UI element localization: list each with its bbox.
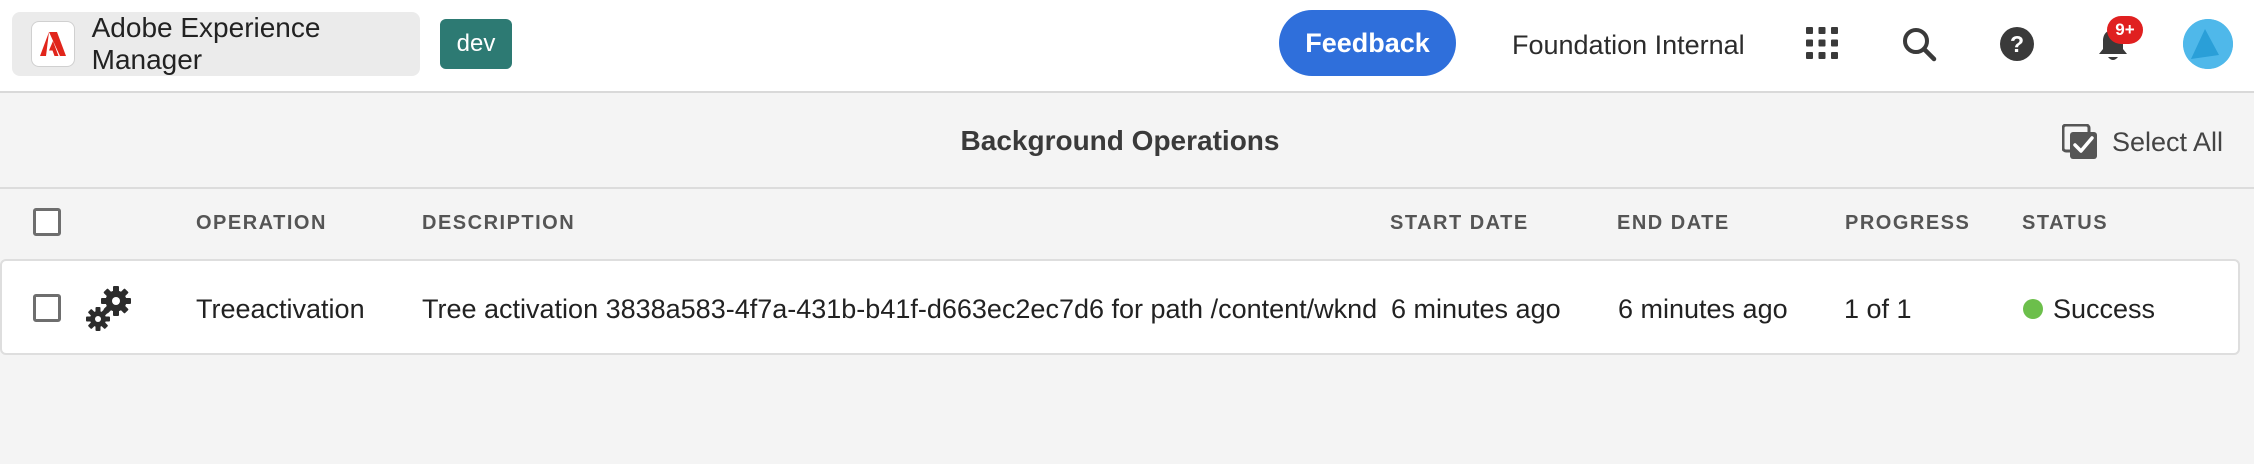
success-status-icon	[2023, 298, 2043, 319]
row-checkbox[interactable]	[33, 294, 61, 322]
adobe-logo-icon	[31, 21, 75, 67]
start-date-cell: 6 minutes ago	[1391, 294, 1561, 324]
notification-count-badge: 9+	[2107, 16, 2143, 44]
column-header-operation[interactable]: OPERATION	[196, 212, 327, 235]
title-bar: Background Operations Select All	[0, 95, 2254, 189]
status-label: Success	[2053, 294, 2156, 324]
svg-text:?: ?	[2010, 31, 2024, 57]
operation-cell: Treeactivation	[196, 294, 365, 324]
top-header: Adobe Experience Manager dev Feedback Fo…	[0, 0, 2254, 93]
column-header-end-date[interactable]: END DATE	[1617, 212, 1730, 235]
end-date-cell: 6 minutes ago	[1618, 294, 1788, 324]
select-all-checkbox[interactable]	[33, 208, 61, 236]
apps-grid-icon[interactable]	[1804, 25, 1840, 61]
feedback-button[interactable]: Feedback	[1279, 10, 1456, 76]
environment-badge: dev	[440, 19, 512, 69]
page-title: Background Operations	[960, 125, 1280, 156]
description-cell: Tree activation 3838a583-4f7a-431b-b41f-…	[422, 294, 1378, 324]
table-row[interactable]: Treeactivation Tree activation 3838a583-…	[0, 259, 2240, 355]
app-switcher-brand[interactable]: Adobe Experience Manager	[12, 12, 420, 76]
avatar[interactable]	[2183, 19, 2233, 69]
progress-cell: 1 of 1	[1844, 294, 1912, 324]
select-all-button[interactable]: Select All	[2062, 123, 2223, 161]
column-header-progress[interactable]: PROGRESS	[1845, 212, 1970, 235]
column-header-description[interactable]: DESCRIPTION	[422, 212, 575, 235]
search-icon[interactable]	[1900, 25, 1938, 63]
app-title: Adobe Experience Manager	[91, 12, 321, 75]
gears-icon	[84, 283, 136, 335]
column-header-status[interactable]: STATUS	[2022, 212, 2108, 235]
status-cell: Success	[2023, 293, 2155, 325]
column-header-start-date[interactable]: START DATE	[1390, 212, 1529, 235]
organization-switcher[interactable]: Foundation Internal	[1512, 28, 1745, 62]
select-all-icon	[2062, 124, 2097, 159]
select-all-label: Select All	[2112, 126, 2224, 157]
help-icon[interactable]: ?	[1997, 24, 2037, 64]
